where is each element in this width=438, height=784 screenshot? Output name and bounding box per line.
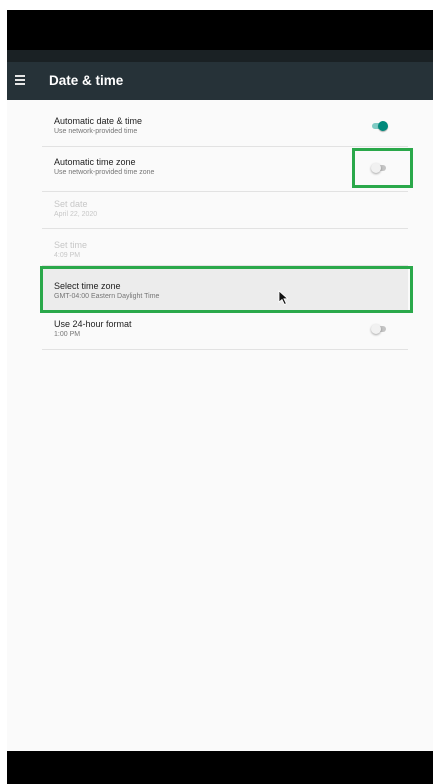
mouse-cursor-icon [278, 290, 289, 306]
setting-title: Automatic date & time [54, 116, 143, 126]
setting-title: Set time [54, 240, 88, 250]
use-24-hour-format-switch[interactable] [371, 324, 386, 334]
highlight-box-time-zone-switch [352, 148, 413, 188]
setting-summary: Use network-provided time [54, 128, 138, 135]
menu-icon[interactable] [13, 72, 29, 88]
setting-set-date: Set date April 22, 2020 [42, 192, 408, 229]
setting-automatic-date-time[interactable]: Automatic date & time Use network-provid… [42, 100, 408, 147]
setting-summary: 4:09 PM [54, 252, 81, 259]
setting-title: Use 24-hour format [54, 319, 132, 329]
switch-thumb [378, 121, 388, 131]
setting-summary: 1:00 PM [54, 331, 81, 338]
page-title: Date & time [49, 73, 124, 88]
setting-use-24-hour-format[interactable]: Use 24-hour format 1:00 PM [42, 312, 408, 350]
status-bar-lower [7, 50, 433, 62]
automatic-date-time-switch[interactable] [372, 121, 388, 131]
navigation-bar [7, 751, 433, 784]
setting-summary: Use network-provided time zone [54, 169, 155, 176]
status-bar [7, 10, 433, 50]
setting-summary: April 22, 2020 [54, 211, 98, 218]
settings-list: Automatic date & time Use network-provid… [7, 100, 433, 751]
setting-title: Automatic time zone [54, 157, 136, 167]
app-bar: Date & time [7, 62, 433, 100]
switch-thumb [371, 324, 381, 334]
setting-title: Set date [54, 199, 88, 209]
device-screen: Date & time Automatic date & time Use ne… [7, 10, 433, 784]
highlight-box-select-time-zone [40, 266, 413, 313]
setting-set-time: Set time 4:09 PM [42, 229, 408, 266]
